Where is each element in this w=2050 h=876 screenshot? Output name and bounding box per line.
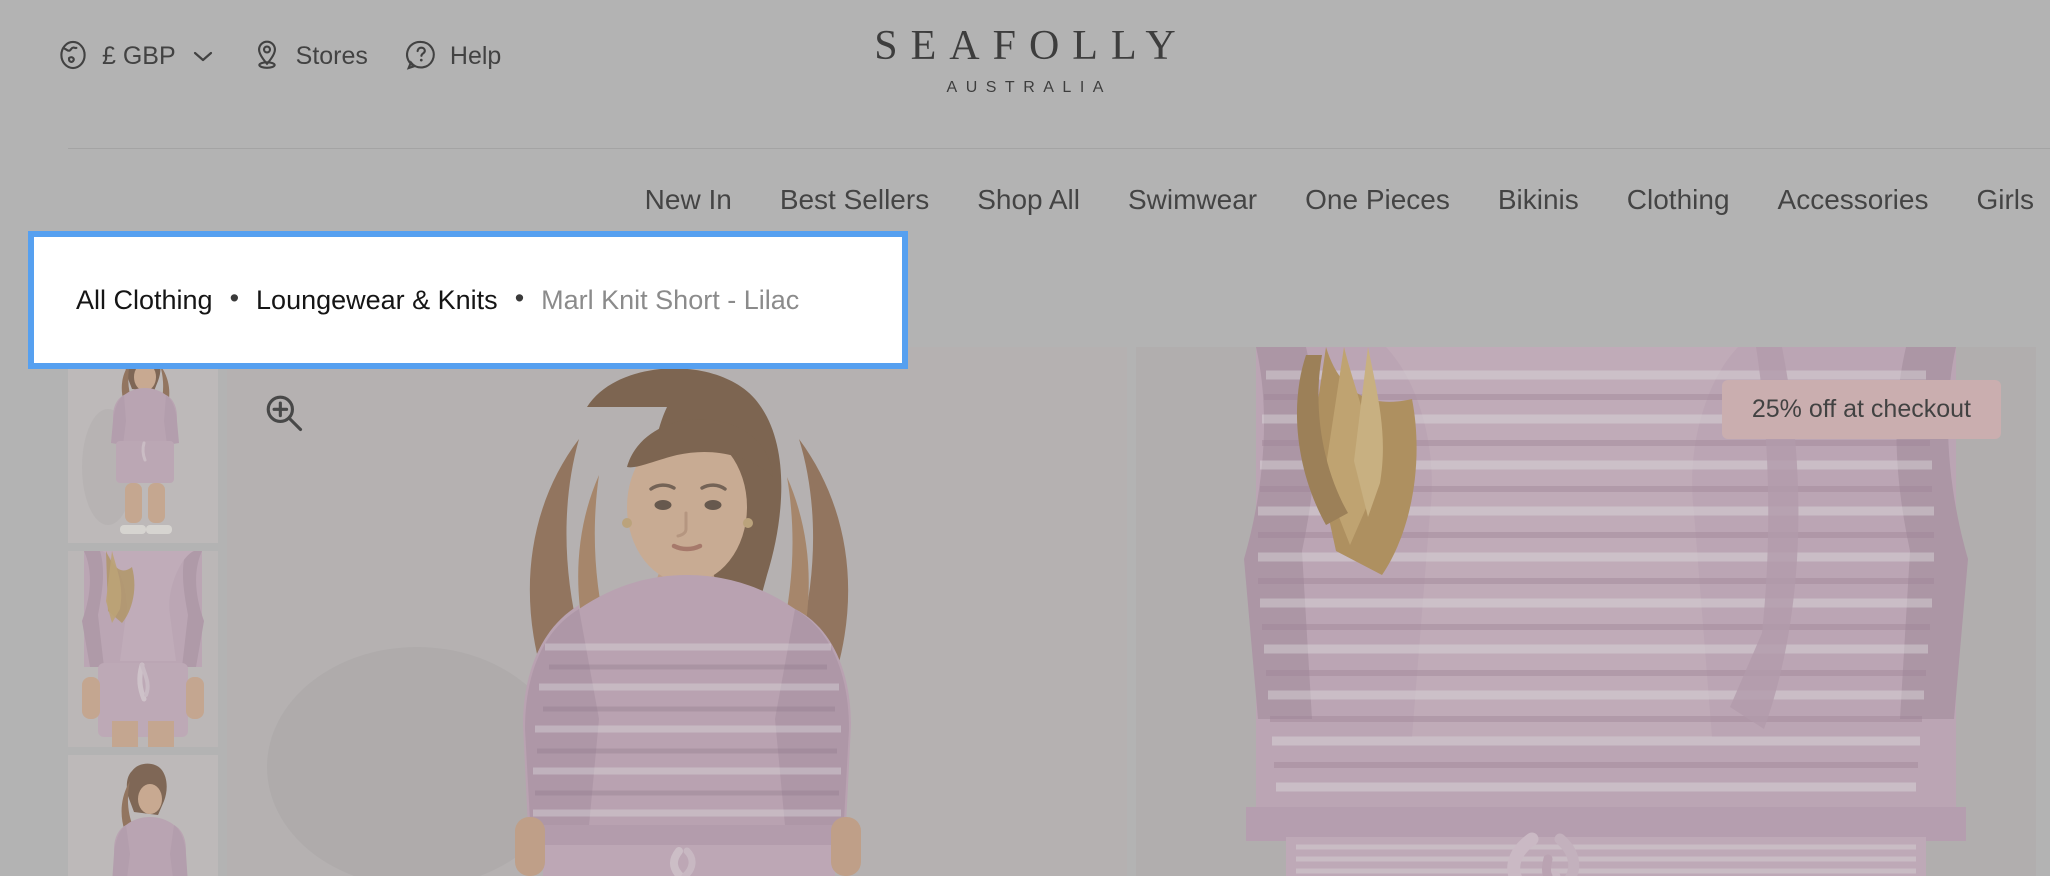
secondary-product-image[interactable]: 25% off at checkout	[1136, 347, 2036, 876]
thumbnail-3[interactable]	[68, 755, 218, 876]
help-link[interactable]: Help	[404, 38, 501, 72]
nav-item-one-pieces[interactable]: One Pieces	[1281, 186, 1474, 214]
nav-item-clothing[interactable]: Clothing	[1603, 186, 1754, 214]
product-detail-page: £ GBP Stores Help SEAFOLLY AUSTRALIA New…	[0, 0, 2050, 876]
help-label: Help	[449, 41, 502, 70]
nav-item-accessories[interactable]: Accessories	[1754, 186, 1953, 214]
brand-name: SEAFOLLY	[874, 23, 1189, 69]
nav-item-shop-all[interactable]: Shop All	[953, 186, 1104, 214]
chevron-down-icon	[192, 43, 214, 68]
nav-item-bikinis[interactable]: Bikinis	[1474, 186, 1603, 214]
utility-bar: £ GBP Stores Help SEAFOLLY AUSTRALIA	[0, 0, 2050, 148]
breadcrumb: All Clothing • Loungewear & Knits • Marl…	[76, 282, 800, 315]
breadcrumb-item-all-clothing[interactable]: All Clothing	[76, 286, 213, 314]
nav-item-new-in[interactable]: New In	[621, 186, 756, 214]
nav-item-girls[interactable]: Girls	[1952, 186, 2042, 214]
brand-tagline: AUSTRALIA	[946, 79, 1112, 96]
primary-navigation: New In Best Sellers Shop All Swimwear On…	[0, 168, 2050, 232]
zoom-in-icon[interactable]	[262, 391, 306, 435]
promo-badge: 25% off at checkout	[1721, 380, 2001, 439]
thumbnail-1-figure	[68, 347, 218, 543]
stores-link[interactable]: Stores	[250, 38, 368, 72]
question-circle-icon	[404, 38, 438, 72]
thumbnail-1[interactable]	[68, 347, 218, 543]
location-pin-icon	[250, 38, 284, 72]
header-divider	[68, 148, 2050, 149]
main-product-image-figure	[227, 347, 1127, 876]
main-product-image[interactable]	[227, 347, 1127, 876]
breadcrumb-separator-2: •	[514, 282, 525, 313]
globe-icon	[56, 38, 90, 72]
breadcrumb-item-current: Marl Knit Short - Lilac	[541, 284, 800, 315]
stores-label: Stores	[295, 41, 368, 70]
thumbnail-2[interactable]	[68, 551, 218, 747]
thumbnail-2-figure	[68, 551, 218, 747]
currency-label: £ GBP	[102, 41, 176, 70]
product-image-gallery: 25% off at checkout	[0, 347, 2050, 876]
nav-item-swimwear[interactable]: Swimwear	[1104, 186, 1281, 214]
breadcrumb-highlight-box: All Clothing • Loungewear & Knits • Marl…	[28, 231, 908, 369]
breadcrumb-item-loungewear-and-knits[interactable]: Loungewear & Knits	[256, 286, 498, 314]
thumbnail-3-figure	[68, 755, 218, 876]
nav-item-best-sellers[interactable]: Best Sellers	[756, 186, 953, 214]
breadcrumb-separator-1: •	[229, 282, 240, 313]
utility-bar-left-group: £ GBP Stores Help	[56, 38, 501, 72]
currency-selector[interactable]: £ GBP	[56, 38, 214, 72]
thumbnail-column	[68, 347, 218, 876]
